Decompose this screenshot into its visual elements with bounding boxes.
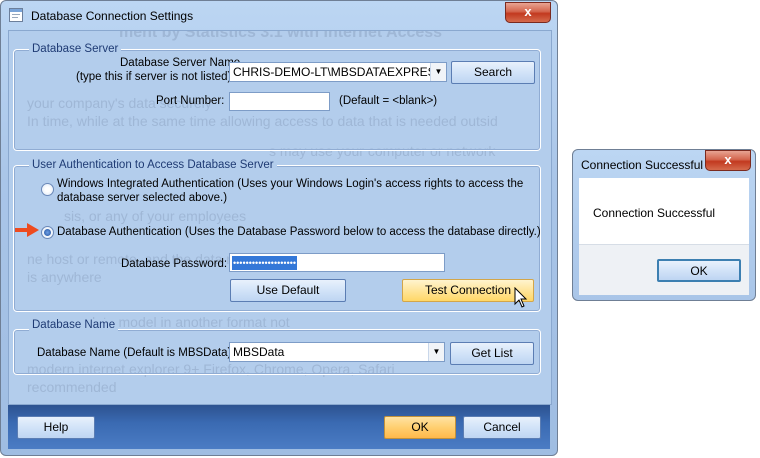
database-auth-label[interactable]: Database Authentication (Uses the Databa… [57, 226, 541, 238]
dialog-title: Connection Successful [581, 158, 704, 172]
window-title: Database Connection Settings [31, 9, 194, 23]
connection-successful-dialog: Connection Successful x Connection Succe… [572, 149, 756, 301]
windows-auth-label[interactable]: Windows Integrated Authentication (Uses … [57, 178, 523, 190]
database-auth-radio[interactable] [41, 226, 54, 239]
database-server-legend: Database Server [29, 43, 122, 55]
dialog-ok-button[interactable]: OK [657, 259, 741, 282]
window-close-button[interactable]: x [505, 2, 551, 23]
database-password-input[interactable]: •••••••••••••••••••• [229, 253, 445, 272]
red-annotation-arrow-icon [15, 223, 39, 237]
database-name-label: Database Name (Default is MBSData): [37, 347, 235, 359]
ok-button[interactable]: OK [384, 416, 456, 439]
server-name-combobox[interactable]: CHRIS-DEMO-LT\MBSDATAEXPRESS ▼ [229, 62, 447, 82]
dialog-footer: Help OK Cancel [8, 405, 550, 449]
background-text-line: recommended [27, 379, 117, 395]
database-name-legend: Database Name [29, 319, 119, 331]
windows-auth-label-continued[interactable]: database server selected above.) [57, 192, 227, 204]
database-name-value: MBSData [233, 345, 285, 359]
windows-auth-radio[interactable] [41, 183, 54, 196]
background-text-line: ment by Statistics 3.1 with Internet Acc… [119, 30, 443, 41]
help-button[interactable]: Help [17, 416, 95, 439]
chevron-down-icon[interactable]: ▼ [430, 63, 446, 81]
use-default-button[interactable]: Use Default [230, 279, 346, 302]
app-window-icon [9, 8, 23, 22]
search-button[interactable]: Search [451, 61, 535, 84]
dialog-message: Connection Successful [593, 206, 716, 220]
authentication-legend: User Authentication to Access Database S… [29, 159, 277, 171]
dialog-button-bar: OK [579, 244, 749, 295]
mouse-pointer-icon [514, 287, 528, 308]
server-name-label: Database Server Name [120, 57, 241, 69]
port-default-note: (Default = <blank>) [339, 95, 438, 107]
server-name-hint-label: (type this if server is not listed): [76, 71, 235, 83]
title-bar[interactable]: Database Connection Settings x [1, 1, 557, 29]
database-name-combobox[interactable]: MBSData ▼ [229, 342, 445, 362]
dialog-client-area: ment by Statistics 3.1 with Internet Acc… [8, 30, 552, 405]
dialog-message-area: Connection Successful [579, 178, 749, 244]
database-password-label: Database Password: [121, 258, 228, 270]
dialog-close-button[interactable]: x [705, 150, 751, 171]
password-selected-text: •••••••••••••••••••• [232, 256, 298, 270]
port-number-label: Port Number: [156, 95, 225, 107]
get-list-button[interactable]: Get List [450, 342, 534, 365]
database-connection-settings-window: Database Connection Settings x ment by S… [0, 0, 558, 456]
server-name-value: CHRIS-DEMO-LT\MBSDATAEXPRESS [233, 65, 444, 79]
cancel-button[interactable]: Cancel [463, 416, 541, 439]
chevron-down-icon[interactable]: ▼ [428, 343, 444, 361]
port-number-input[interactable] [229, 92, 330, 111]
